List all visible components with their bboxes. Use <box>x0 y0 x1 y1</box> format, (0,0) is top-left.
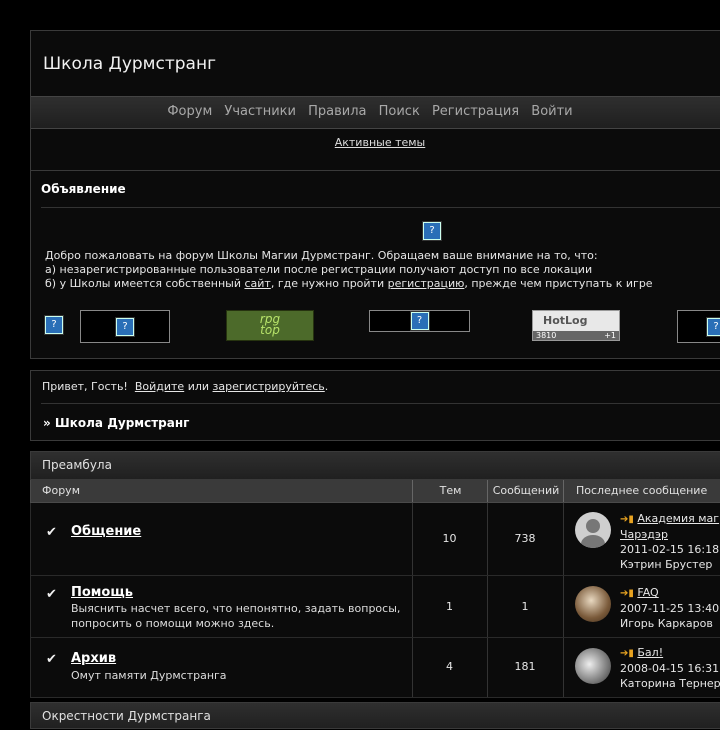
site-header: Школа Дурмстранг Форум Участники Правила… <box>30 30 720 188</box>
forum-name[interactable]: Общение <box>71 524 141 539</box>
guest-panel: Привет, Гость! Войдите или зарегистрируй… <box>30 370 720 441</box>
last-post-topic[interactable]: FAQ <box>637 586 658 599</box>
hotlog-stats: 3810 +1 <box>533 331 619 340</box>
last-post-date: 2007-11-25 13:40 <box>620 602 720 615</box>
guest-greeting: Привет, Гость! Войдите или зарегистрируй… <box>42 380 329 393</box>
col-last-post: Последнее сообщение <box>563 480 707 502</box>
main-nav: Форум Участники Правила Поиск Регистраци… <box>31 96 720 129</box>
broken-image-icon: ? <box>410 312 429 330</box>
nav-login[interactable]: Войти <box>531 104 572 119</box>
avatar[interactable] <box>575 586 611 622</box>
last-post-topic[interactable]: Бал! <box>637 646 663 659</box>
site-title[interactable]: Школа Дурмстранг <box>43 54 216 74</box>
forum-row: ✔ Архив Омут памяти Дурмстранга 4 181 ➔▮… <box>30 638 720 698</box>
check-icon: ✔ <box>46 587 57 602</box>
goto-post-icon[interactable]: ➔▮ <box>620 588 634 599</box>
rpg-top-banner[interactable]: rpg top <box>226 310 314 341</box>
divider <box>41 403 720 404</box>
last-post: ➔▮ FAQ 2007-11-25 13:40 Игорь Каркаров <box>620 585 719 631</box>
login-link[interactable]: Войдите <box>135 380 184 393</box>
last-post-author: Кэтрин Брустер <box>620 558 713 571</box>
page-wrapper: Школа Дурмстранг Форум Участники Правила… <box>30 30 720 729</box>
forum-category: Преамбула Форум Тем Сообщений Последнее … <box>30 451 720 698</box>
broken-image-icon: ? <box>116 317 134 336</box>
category-title[interactable]: Окрестности Дурмстранга <box>30 702 720 729</box>
divider <box>41 207 720 208</box>
col-forum: Форум <box>42 484 80 497</box>
topics-count: 4 <box>446 660 453 673</box>
announcement-title: Объявление <box>41 182 126 196</box>
forum-row: ✔ Общение 10 738 ➔▮ Академия маг Чарэдэр… <box>30 503 720 576</box>
avatar[interactable] <box>575 648 611 684</box>
topics-count: 1 <box>446 600 453 613</box>
col-posts: Сообщений <box>487 480 564 502</box>
logo-area: Школа Дурмстранг <box>31 31 720 95</box>
registration-link[interactable]: регистрацию <box>388 277 465 290</box>
goto-post-icon[interactable]: ➔▮ <box>620 648 634 659</box>
avatar[interactable] <box>575 512 611 548</box>
topics-count: 10 <box>442 532 457 545</box>
last-post-date: 2008-04-15 16:31 <box>620 662 720 675</box>
last-post-date: 2011-02-15 16:18 <box>620 543 720 556</box>
nav-search[interactable]: Поиск <box>379 104 420 119</box>
goto-post-icon[interactable]: ➔▮ <box>620 514 634 525</box>
announcement-text: Добро пожаловать на форум Школы Магии Ду… <box>45 249 653 290</box>
hotlog-label: HotLog <box>543 314 588 327</box>
category-title[interactable]: Преамбула <box>30 451 720 480</box>
rpg-top-label: rpg top <box>259 312 281 337</box>
forum-description: Выяснить насчет всего, что непонятно, за… <box>71 602 401 630</box>
site-link[interactable]: сайт <box>244 277 270 290</box>
forum-name[interactable]: Помощь <box>71 585 133 600</box>
broken-image-icon: ? <box>707 317 720 336</box>
nav-forum[interactable]: Форум <box>167 104 212 119</box>
table-header: Форум Тем Сообщений Последнее сообщение <box>30 480 720 503</box>
sub-links: Активные темы <box>31 136 720 149</box>
default-avatar-icon <box>581 519 605 548</box>
forum-name[interactable]: Архив <box>71 651 116 666</box>
posts-count: 1 <box>521 600 529 613</box>
active-topics-link[interactable]: Активные темы <box>335 136 426 149</box>
nav-members[interactable]: Участники <box>224 104 296 119</box>
last-post-author: Каторина Тернер <box>620 677 720 690</box>
check-icon: ✔ <box>46 652 57 667</box>
last-post: ➔▮ Бал! 2008-04-15 16:31 Каторина Тернер <box>620 645 720 691</box>
last-post-topic-cont[interactable]: Чарэдэр <box>620 528 668 541</box>
register-link[interactable]: зарегистрируйтесь <box>213 380 325 393</box>
banner-link[interactable]: ? <box>80 310 170 343</box>
check-icon: ✔ <box>46 525 57 540</box>
breadcrumb[interactable]: » Школа Дурмстранг <box>43 416 189 430</box>
last-post: ➔▮ Академия маг Чарэдэр 2011-02-15 16:18… <box>620 511 719 572</box>
posts-count: 181 <box>514 660 536 673</box>
broken-image-icon[interactable]: ? <box>45 316 63 334</box>
forum-description: Омут памяти Дурмстранга <box>71 669 227 682</box>
posts-count: 738 <box>514 532 536 545</box>
banner-link[interactable]: ? <box>677 310 720 343</box>
last-post-author: Игорь Каркаров <box>620 617 713 630</box>
announcement-box: Объявление ? Добро пожаловать на форум Ш… <box>30 170 720 359</box>
nav-rules[interactable]: Правила <box>308 104 366 119</box>
broken-image-icon: ? <box>423 222 441 240</box>
last-post-topic[interactable]: Академия маг <box>637 512 719 525</box>
banner-link[interactable]: ? <box>369 310 470 332</box>
hotlog-counter[interactable]: HotLog 3810 +1 <box>532 310 620 341</box>
forum-row: ✔ Помощь Выяснить насчет всего, что непо… <box>30 576 720 638</box>
nav-register[interactable]: Регистрация <box>432 104 519 119</box>
col-topics: Тем <box>412 480 488 502</box>
